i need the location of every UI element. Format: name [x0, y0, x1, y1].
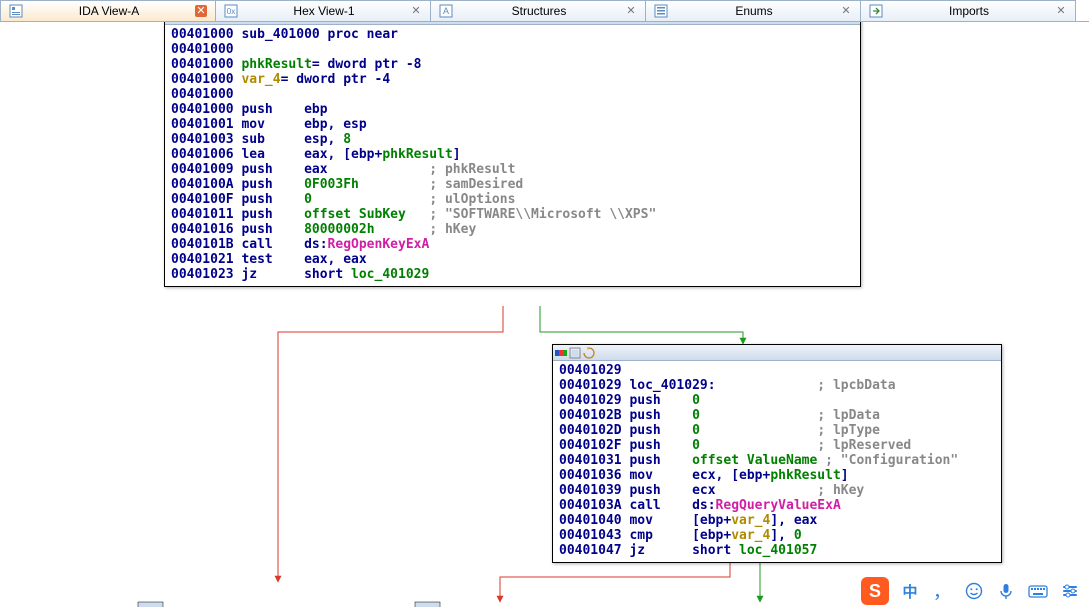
- ime-lang-zhong[interactable]: 中: [899, 580, 921, 602]
- tab-label: Structures: [459, 4, 619, 18]
- ime-mic-icon[interactable]: [995, 580, 1017, 602]
- close-icon[interactable]: ✕: [625, 5, 637, 17]
- graph-canvas[interactable]: 00401000 sub_401000 proc near 00401000 0…: [0, 22, 1089, 607]
- ime-toolbar: S 中 ，: [861, 577, 1089, 607]
- struct-icon: A: [439, 4, 453, 18]
- close-icon[interactable]: ✕: [195, 5, 207, 17]
- tab-enums[interactable]: Enums ✕: [645, 0, 861, 21]
- ime-emoji-icon[interactable]: [963, 580, 985, 602]
- ime-settings-icon[interactable]: [1059, 580, 1081, 602]
- ime-punct-full[interactable]: ，: [931, 580, 953, 602]
- tab-label: Hex View-1: [244, 4, 404, 18]
- tab-ida-view-a[interactable]: IDA View-A ✕: [0, 0, 216, 21]
- node-titlebar: [553, 345, 1001, 361]
- group-icon: [569, 347, 581, 359]
- enum-icon: [654, 4, 668, 18]
- ida-icon: [9, 4, 23, 18]
- tab-label: Imports: [889, 4, 1049, 18]
- svg-text:0x: 0x: [227, 7, 235, 16]
- close-icon[interactable]: ✕: [1055, 5, 1067, 17]
- sogou-ime-icon[interactable]: S: [861, 577, 889, 605]
- tab-structures[interactable]: A Structures ✕: [430, 0, 646, 21]
- tab-hex-view-1[interactable]: 0x Hex View-1 ✕: [215, 0, 431, 21]
- close-icon[interactable]: ✕: [410, 5, 422, 17]
- close-icon[interactable]: ✕: [840, 5, 852, 17]
- tab-label: Enums: [674, 4, 834, 18]
- tab-imports[interactable]: Imports ✕: [860, 0, 1076, 21]
- basic-block-401029[interactable]: 00401029 00401029 loc_401029: ; lpcbData…: [552, 344, 1002, 563]
- hex-icon: 0x: [224, 4, 238, 18]
- tab-label: IDA View-A: [29, 4, 189, 18]
- palette-icon: [555, 347, 567, 359]
- imports-icon: [869, 4, 883, 18]
- basic-block-401000[interactable]: 00401000 sub_401000 proc near 00401000 0…: [164, 22, 861, 287]
- sync-icon: [583, 347, 595, 359]
- ime-keyboard-icon[interactable]: [1027, 580, 1049, 602]
- tab-bar: IDA View-A ✕ 0x Hex View-1 ✕ A Structure…: [0, 0, 1089, 22]
- disassembly-listing[interactable]: 00401000 sub_401000 proc near 00401000 0…: [165, 25, 860, 286]
- disassembly-listing[interactable]: 00401029 00401029 loc_401029: ; lpcbData…: [553, 361, 1001, 562]
- svg-text:A: A: [443, 6, 449, 16]
